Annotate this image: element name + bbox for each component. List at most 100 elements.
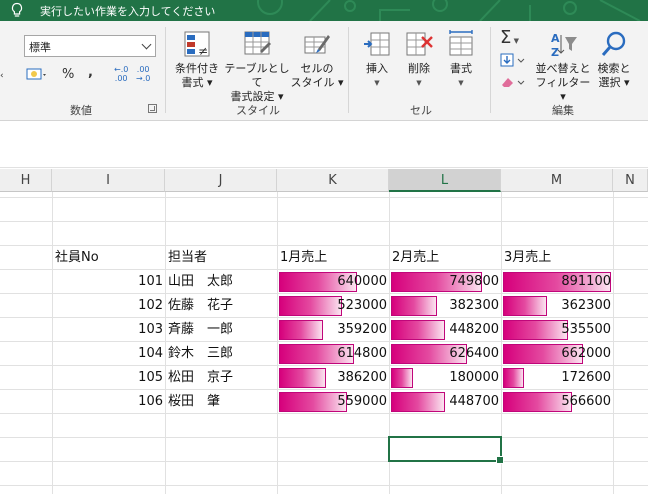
sales-value-cell[interactable]: 662000 <box>501 342 613 366</box>
sales-value-cell[interactable]: 362300 <box>501 294 613 318</box>
table-header-cell[interactable]: 担当者 <box>165 246 277 270</box>
sales-value-cell[interactable]: 559000 <box>277 390 389 414</box>
grid-row-line <box>0 221 648 222</box>
employee-name-cell[interactable]: 斉藤 一郎 <box>165 318 277 342</box>
accounting-format-icon[interactable] <box>26 67 48 83</box>
conditional-formatting-label-1: 条件付き <box>175 62 219 75</box>
tell-me-search[interactable]: 実行したい作業を入力してください <box>40 3 215 19</box>
sales-value-cell[interactable]: 640000 <box>277 270 389 294</box>
find-select-button[interactable]: 検索と 選択 ▾ <box>592 29 636 90</box>
group-label-editing: 編集 <box>552 104 574 117</box>
conditional-formatting-button[interactable]: ≠ 条件付き 書式 ▾ <box>170 29 224 90</box>
conditional-formatting-label-2: 書式 ▾ <box>181 76 213 89</box>
table-header-cell[interactable]: 2月売上 <box>389 246 501 270</box>
grid-column-line <box>613 192 614 494</box>
title-bar-pattern <box>257 0 641 21</box>
lightbulb-icon <box>11 2 23 17</box>
autosum-icon[interactable]: Σ ▼ <box>500 27 519 48</box>
number-format-value: 標準 <box>29 41 51 54</box>
employee-name-cell[interactable]: 松田 京子 <box>165 366 277 390</box>
employee-no-cell[interactable]: 104 <box>52 342 165 366</box>
insert-cells-button[interactable]: 挿入 ▼ <box>356 29 398 90</box>
sales-value-cell[interactable]: 448700 <box>389 390 501 414</box>
format-as-table-button[interactable]: テーブルとして 書式設定 ▾ <box>222 29 292 104</box>
sales-value-cell[interactable]: 535500 <box>501 318 613 342</box>
sales-value-cell[interactable]: 626400 <box>389 342 501 366</box>
clear-button[interactable] <box>500 75 528 93</box>
delete-cells-label: 削除 <box>408 62 430 75</box>
column-header-n[interactable]: N <box>613 169 648 192</box>
percent-style-button[interactable]: % <box>62 67 74 82</box>
cell-styles-button[interactable]: セルの スタイル ▾ <box>290 29 344 90</box>
group-label-number: 数値 <box>70 104 92 117</box>
employee-no-cell[interactable]: 101 <box>52 270 165 294</box>
decrease-decimal-button[interactable]: .00 →.0 <box>136 65 150 83</box>
employee-name-cell[interactable]: 桜田 肇 <box>165 390 277 414</box>
sales-value-cell[interactable]: 172600 <box>501 366 613 390</box>
title-bar: 実行したい作業を入力してください <box>0 0 648 21</box>
employee-no-cell[interactable]: 105 <box>52 366 165 390</box>
find-select-label-2: 選択 ▾ <box>598 76 630 89</box>
fill-down-icon <box>500 53 525 67</box>
sales-value-cell[interactable]: 359200 <box>277 318 389 342</box>
table-header-cell[interactable]: 3月売上 <box>501 246 613 270</box>
sales-value-cell[interactable]: 523000 <box>277 294 389 318</box>
table-style-icon <box>244 31 271 55</box>
format-cells-icon <box>449 30 473 56</box>
search-icon <box>601 31 626 56</box>
chevron-down-icon <box>141 39 152 50</box>
group-label-cells: セル <box>410 104 432 117</box>
grid-row-line <box>0 461 648 462</box>
table-header-cell[interactable]: 1月売上 <box>277 246 389 270</box>
cell-styles-label-1: セルの <box>300 62 334 75</box>
column-header-j[interactable]: J <box>165 169 277 192</box>
group-separator <box>490 27 491 113</box>
conditional-formatting-icon: ≠ <box>184 31 210 58</box>
column-header-m[interactable]: M <box>501 169 613 192</box>
chevron-down-icon: ▼ <box>374 79 380 87</box>
delete-cells-button[interactable]: 削除 ▼ <box>398 29 440 90</box>
sort-filter-label-1: 並べ替えと <box>535 62 591 75</box>
cell-styles-label-2: スタイル ▾ <box>290 76 344 89</box>
number-format-dropdown[interactable]: 標準 <box>24 35 156 57</box>
find-select-label-1: 検索と <box>597 62 631 75</box>
sales-value-cell[interactable]: 749800 <box>389 270 501 294</box>
group-separator <box>348 27 349 113</box>
number-group-launcher[interactable] <box>148 104 157 113</box>
sales-value-cell[interactable]: 891100 <box>501 270 613 294</box>
fill-button[interactable] <box>500 53 528 71</box>
worksheet-grid[interactable]: 社員No 担当者 1月売上 2月売上 3月売上 101 山田 太郎 640000 749800 8… <box>0 192 648 494</box>
insert-cells-label: 挿入 <box>366 62 388 75</box>
sort-filter-button[interactable]: A Z 並べ替えと フィルター ▾ <box>532 29 594 104</box>
sales-value-cell[interactable]: 180000 <box>389 366 501 390</box>
sales-value-cell[interactable]: 566600 <box>501 390 613 414</box>
sales-value-cell[interactable]: 382300 <box>389 294 501 318</box>
column-header-k[interactable]: K <box>277 169 389 192</box>
employee-name-cell[interactable]: 鈴木 三郎 <box>165 342 277 366</box>
sales-value-cell[interactable]: 448200 <box>389 318 501 342</box>
format-as-table-label-1: テーブルとして <box>224 62 290 89</box>
delete-cells-icon <box>406 32 433 56</box>
ribbon-left-arrow[interactable]: ‹ <box>0 71 4 81</box>
employee-no-cell[interactable]: 103 <box>52 318 165 342</box>
comma-style-button[interactable]: , <box>88 65 93 80</box>
column-header-i[interactable]: I <box>52 169 165 192</box>
cell-styles-icon <box>304 35 330 54</box>
table-header-cell[interactable]: 社員No <box>52 246 165 270</box>
chevron-down-icon: ▼ <box>416 79 422 87</box>
formula-bar-area <box>0 121 648 168</box>
column-header-h[interactable]: H <box>0 169 52 192</box>
employee-name-cell[interactable]: 佐藤 花子 <box>165 294 277 318</box>
employee-name-cell[interactable]: 山田 太郎 <box>165 270 277 294</box>
employee-no-cell[interactable]: 102 <box>52 294 165 318</box>
sales-value-cell[interactable]: 614800 <box>277 342 389 366</box>
group-separator <box>165 27 166 113</box>
sales-value-cell[interactable]: 386200 <box>277 366 389 390</box>
increase-decimal-button[interactable]: ←.0 .00 <box>114 65 128 83</box>
chevron-down-icon: ▼ <box>458 79 464 87</box>
format-cells-button[interactable]: 書式 ▼ <box>440 29 482 90</box>
svg-text:A: A <box>551 32 560 45</box>
column-header-l[interactable]: L <box>389 169 501 192</box>
active-cell-selection[interactable] <box>388 436 504 464</box>
employee-no-cell[interactable]: 106 <box>52 390 165 414</box>
